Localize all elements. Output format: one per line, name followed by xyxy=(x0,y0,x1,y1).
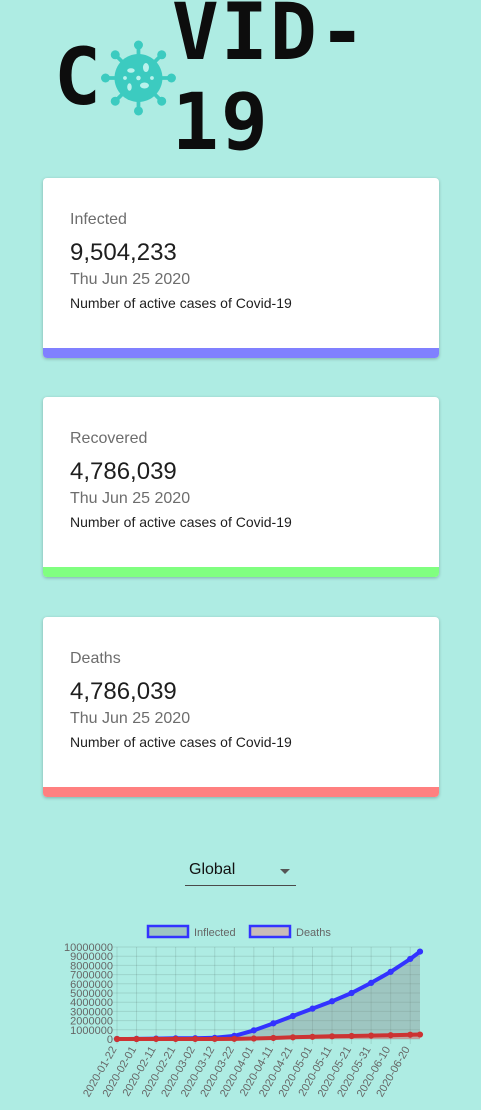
data-point xyxy=(348,1032,355,1040)
card-color-bar xyxy=(43,348,439,358)
card-color-bar xyxy=(43,787,439,797)
card-value: 4,786,039 xyxy=(70,678,177,705)
legend-swatch xyxy=(146,924,190,939)
legend-label: Deaths xyxy=(296,927,331,939)
data-point xyxy=(289,1012,297,1020)
card-value: 4,786,039 xyxy=(70,458,177,485)
data-point xyxy=(250,1027,257,1034)
data-point xyxy=(270,1034,277,1042)
virus-icon xyxy=(100,40,176,116)
legend-swatch xyxy=(248,924,292,939)
logo-text-vid-19: VID-19 xyxy=(171,0,368,168)
legend-label: Inflected xyxy=(194,927,236,939)
data-point xyxy=(416,1031,424,1038)
card-value: 9,504,233 xyxy=(70,239,177,266)
data-point xyxy=(211,1035,218,1043)
card-date: Thu Jun 25 2020 xyxy=(70,271,191,288)
data-point xyxy=(368,1032,375,1039)
y-tick-label: 0 xyxy=(107,1034,113,1046)
data-point xyxy=(192,1035,199,1043)
data-point xyxy=(152,1035,160,1043)
data-point xyxy=(270,1020,277,1027)
logo-letter-c: C xyxy=(54,33,103,123)
data-point xyxy=(309,1005,316,1012)
data-point xyxy=(407,1031,414,1038)
infected-card: Infected 9,504,233 Thu Jun 25 2020 Numbe… xyxy=(43,178,439,358)
card-description: Number of active cases of Covid-19 xyxy=(70,514,292,530)
card-description: Number of active cases of Covid-19 xyxy=(70,734,292,750)
card-title: Infected xyxy=(70,211,127,228)
card-title: Deaths xyxy=(70,650,121,667)
data-point xyxy=(172,1035,179,1043)
country-select[interactable]: Global xyxy=(185,855,296,886)
data-point xyxy=(416,948,424,955)
card-date: Thu Jun 25 2020 xyxy=(70,490,191,507)
dropdown-arrow-icon xyxy=(280,869,290,874)
recovered-card: Recovered 4,786,039 Thu Jun 25 2020 Numb… xyxy=(43,397,439,577)
card-description: Number of active cases of Covid-19 xyxy=(70,295,292,311)
data-point xyxy=(387,968,394,975)
deaths-card: Deaths 4,786,039 Thu Jun 25 2020 Number … xyxy=(43,617,439,797)
data-point xyxy=(387,1032,394,1039)
card-title: Recovered xyxy=(70,430,148,447)
data-point xyxy=(328,1033,336,1040)
data-point xyxy=(407,955,414,963)
data-point xyxy=(250,1035,257,1042)
country-select-value: Global xyxy=(189,861,236,878)
data-point xyxy=(289,1034,297,1041)
covid-19-logo: C VID-19 xyxy=(54,0,434,168)
data-point xyxy=(309,1033,316,1040)
data-point xyxy=(328,998,336,1005)
cases-line-chart: Inflected Deaths1000000090000008000000700… xyxy=(64,924,424,1099)
data-point xyxy=(348,989,355,997)
card-date: Thu Jun 25 2020 xyxy=(70,710,191,727)
data-point xyxy=(133,1035,140,1043)
card-color-bar xyxy=(43,567,439,577)
data-point xyxy=(113,1035,121,1043)
data-point xyxy=(368,979,375,986)
data-point xyxy=(231,1035,238,1042)
